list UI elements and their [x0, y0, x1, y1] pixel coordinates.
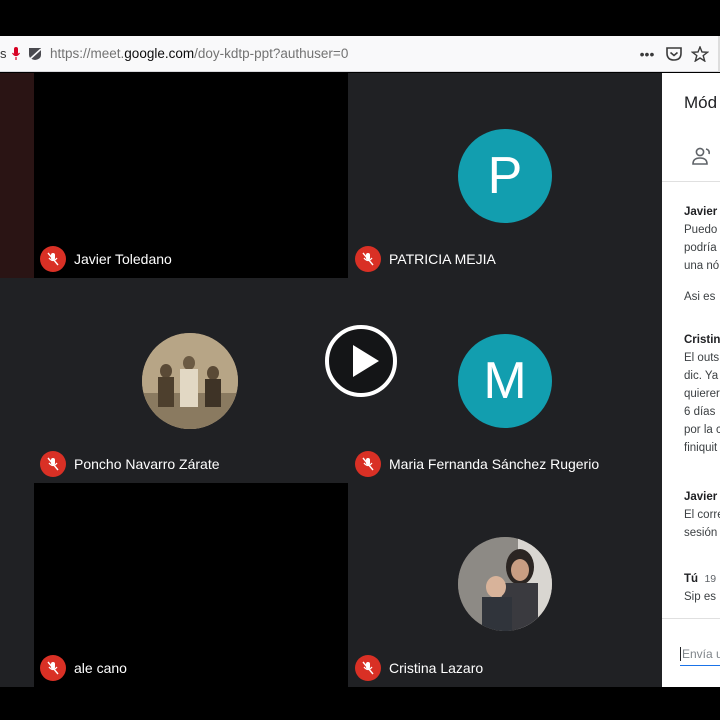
avatar: P [458, 129, 552, 223]
message-sender: Javier [684, 206, 718, 218]
participant-tile[interactable]: Javier Toledano [34, 73, 348, 278]
participant-label: Javier Toledano [40, 246, 172, 272]
participant-label: Poncho Navarro Zárate [40, 451, 220, 477]
chat-message: Asi es [684, 288, 715, 306]
avatar: M [458, 334, 552, 428]
url-fragment: s [0, 46, 7, 61]
chat-message: Cristin El outs dic. Ya quierer 6 días p… [684, 331, 720, 457]
message-line: finiquit [684, 442, 718, 454]
message-line: por la c [684, 424, 720, 436]
bookmark-star-icon[interactable] [691, 46, 709, 62]
participant-label: ale cano [40, 655, 127, 681]
play-button[interactable] [325, 325, 397, 397]
message-sender: Tú [684, 573, 699, 585]
more-icon[interactable]: ••• [638, 46, 656, 62]
mic-off-icon [40, 246, 66, 272]
url-field[interactable]: https://meet.google.com/doy-kdtp-ppt?aut… [50, 46, 348, 61]
message-line: quierer [684, 388, 720, 400]
participant-name: ale cano [74, 660, 127, 676]
participant-tile[interactable]: M Maria Fernanda Sánchez Rugerio [348, 278, 662, 483]
url-domain: google.com [124, 46, 195, 61]
message-line: El corre [684, 509, 720, 521]
chat-panel: Mód Javier Puedo podría una nó Asi es Cr… [662, 73, 720, 687]
chat-message: Javier El corre sesión [684, 488, 720, 542]
mic-off-icon [355, 451, 381, 477]
url-path: /doy-kdtp-ppt?authuser=0 [194, 46, 349, 61]
url-prefix: https://meet. [50, 46, 125, 61]
panel-title: Mód [684, 93, 718, 112]
message-sender: Javier [684, 491, 718, 503]
mic-off-icon [40, 655, 66, 681]
message-line: podría [684, 242, 717, 254]
chat-input[interactable]: Envía u [680, 647, 720, 661]
chat-message: Javier Puedo podría una nó [684, 203, 719, 275]
mic-off-icon [40, 451, 66, 477]
microphone-icon[interactable] [12, 47, 20, 61]
participant-tile[interactable]: Poncho Navarro Zárate [34, 278, 348, 483]
pocket-icon[interactable] [665, 46, 683, 62]
message-line: dic. Ya [684, 370, 719, 382]
participant-label: PATRICIA MEJIA [355, 246, 496, 272]
message-line: Sip es [684, 591, 716, 603]
people-icon[interactable] [692, 147, 714, 165]
message-line: 6 días [684, 406, 716, 418]
message-line: Puedo [684, 224, 718, 236]
participant-tile[interactable]: P PATRICIA MEJIA [348, 73, 662, 278]
play-icon [353, 345, 379, 377]
message-line: una nó [684, 260, 720, 272]
avatar-photo [458, 537, 552, 631]
tab-divider [662, 181, 720, 182]
message-sender: Cristin [684, 334, 720, 346]
participant-tile[interactable]: Cristina Lazaro [348, 483, 662, 687]
tracking-icon[interactable] [28, 47, 42, 61]
participant-name: Cristina Lazaro [389, 660, 484, 676]
participant-name: Poncho Navarro Zárate [74, 456, 220, 472]
participant-label: Maria Fernanda Sánchez Rugerio [355, 451, 599, 477]
participant-tile[interactable]: ale cano [34, 483, 348, 687]
browser-toolbar: s https://meet.google.com/doy-kdtp-ppt?a… [0, 36, 720, 72]
compose-divider [662, 618, 720, 619]
participant-name: Maria Fernanda Sánchez Rugerio [389, 456, 600, 472]
mic-off-icon [355, 246, 381, 272]
participant-name: PATRICIA MEJIA [389, 251, 496, 267]
message-line: Asi es [684, 291, 716, 303]
chat-input-underline [680, 665, 720, 666]
mic-off-icon [355, 655, 381, 681]
chat-message: Tú 19 Sip es [684, 570, 716, 606]
message-time: 19 [704, 573, 717, 585]
message-line: sesión [684, 527, 718, 539]
message-line: El outs [684, 352, 720, 364]
cropped-video-tile [0, 73, 34, 278]
participant-label: Cristina Lazaro [355, 655, 483, 681]
participant-name: Javier Toledano [74, 251, 172, 267]
avatar-photo [142, 333, 238, 429]
